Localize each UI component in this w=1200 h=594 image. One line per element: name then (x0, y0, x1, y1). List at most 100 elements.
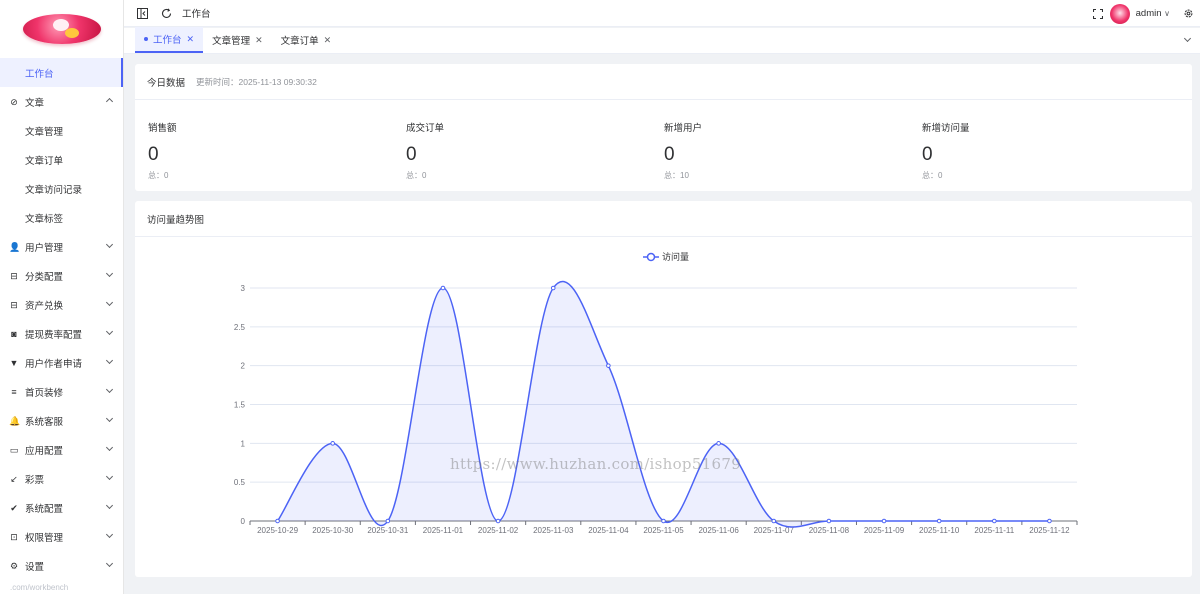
collapse-sidebar-icon[interactable] (136, 7, 148, 19)
stat-value: 0 (406, 144, 417, 165)
close-icon[interactable]: ✕ (187, 34, 195, 45)
tabs-bar: 工作台 ✕ 文章管理 ✕ 文章订单 ✕ (124, 27, 1200, 54)
close-icon[interactable]: ✕ (255, 35, 263, 46)
y-tick-label: 0.5 (234, 478, 246, 487)
card-icon: ▭ (9, 444, 19, 455)
y-tick-label: 1.5 (234, 401, 246, 410)
stat-sales: 销售额 0 总：0 (148, 120, 406, 181)
stat-new-users: 新增用户 0 总：10 (664, 120, 922, 181)
sidebar-menu: 工作台 ⊘ 文章 文章管理 文章订单 文章访问记录 文章标签 👤 用户管理 ⊟ 分类配置 ⊟ 资产兑换 ◙… (0, 58, 123, 580)
data-point (275, 518, 280, 524)
sidebar-item[interactable]: ◙ 提现费率配置 (0, 319, 123, 348)
today-data-card: 今日数据 更新时间：2025-11-13 09:30:32 销售额 0 总：0 … (135, 64, 1192, 191)
stat-value: 0 (148, 144, 159, 165)
sidebar-item-label: 用户作者申请 (25, 358, 83, 370)
breadcrumb: 工作台 (182, 9, 211, 20)
data-point (495, 518, 501, 524)
data-point (606, 363, 611, 368)
legend-label: 访问量 (662, 251, 689, 262)
sidebar-item[interactable]: ▭ 应用配置 (0, 435, 123, 464)
today-card-title: 今日数据 (147, 77, 186, 89)
chevron-down-icon (105, 530, 114, 539)
data-point (771, 518, 777, 524)
data-point (661, 518, 666, 524)
sidebar-item[interactable]: ⊡ 权限管理 (0, 522, 123, 551)
sidebar-item[interactable]: 文章管理 (0, 116, 123, 145)
fullscreen-icon[interactable] (1092, 8, 1104, 20)
camera-icon: ◙ (11, 328, 17, 339)
sidebar-item[interactable]: 文章访问记录 (0, 174, 123, 203)
settings-gear-icon[interactable] (1182, 8, 1194, 20)
x-tick-label: 2025-11-06 (698, 526, 739, 535)
sidebar-item[interactable]: ≡ 首页装修 (0, 377, 123, 406)
x-tick-label: 2025-11-09 (864, 526, 905, 535)
app-logo[interactable] (22, 14, 101, 44)
tab-label: 文章订单 (280, 36, 319, 47)
sidebar-item-label: 彩票 (25, 474, 45, 486)
y-tick-label: 2 (241, 362, 246, 371)
stat-label: 销售额 (148, 123, 177, 134)
avatar[interactable] (1109, 3, 1130, 24)
y-tick-label: 2.5 (234, 323, 246, 332)
sidebar-item-label: 工作台 (25, 68, 54, 80)
x-tick-label: 2025-11-02 (478, 526, 519, 535)
sidebar-item[interactable]: 工作台 (0, 58, 123, 87)
sidebar-item-label: 提现费率配置 (25, 329, 83, 341)
data-point (330, 441, 335, 446)
update-time: 更新时间：2025-11-13 09:30:32 (196, 76, 317, 87)
sidebar-item-label: 系统配置 (25, 503, 64, 515)
x-tick-label: 2025-11-10 (919, 526, 960, 535)
box-icon: ⊟ (10, 299, 18, 310)
trend-card-title: 访问量趋势图 (147, 214, 205, 226)
data-point (992, 518, 997, 524)
close-icon[interactable]: ✕ (324, 35, 332, 46)
sidebar-item-label: 系统客服 (25, 416, 64, 428)
sidebar-item-label: 权限管理 (25, 532, 64, 544)
y-tick-label: 1 (241, 439, 246, 448)
visit-trend-card: 访问量趋势图 访问量 0 0.5 1 1.5 2 2.5 3 2025-10-29 2025-10… (135, 201, 1192, 577)
tabs-more-chevron-icon[interactable] (1183, 34, 1192, 43)
sidebar-item[interactable]: ⊟ 资产兑换 (0, 290, 123, 319)
sidebar-item[interactable]: 🔔 系统客服 (0, 406, 123, 435)
sidebar-item-label: 资产兑换 (25, 300, 64, 312)
chevron-down-icon (105, 298, 114, 307)
tab-workbench[interactable]: 工作台 ✕ (135, 27, 204, 53)
stat-value: 0 (664, 144, 675, 165)
refresh-icon[interactable] (160, 7, 172, 19)
sidebar-item[interactable]: ✔ 系统配置 (0, 493, 123, 522)
compass-icon: ⊘ (10, 96, 18, 107)
data-point (385, 518, 391, 524)
chevron-down-icon (105, 327, 114, 336)
sidebar-item[interactable]: ⊟ 分类配置 (0, 261, 123, 290)
tab-article-orders[interactable]: 文章订单 ✕ (272, 27, 341, 53)
sidebar-item[interactable]: 文章标签 (0, 203, 123, 232)
x-tick-label: 2025-11-04 (588, 526, 629, 535)
data-point (936, 518, 942, 524)
visit-trend-chart: 访问量 0 0.5 1 1.5 2 2.5 3 2025-10-29 2025-10-30 2025… (234, 251, 1078, 535)
stat-label: 新增用户 (664, 123, 703, 134)
sidebar-item[interactable]: 👤 用户管理 (0, 232, 123, 261)
tab-article-management[interactable]: 文章管理 ✕ (203, 27, 272, 53)
today-card-header: 今日数据 更新时间：2025-11-13 09:30:32 (135, 64, 1192, 100)
x-tick-label: 2025-10-29 (257, 526, 298, 535)
sidebar-item-label: 文章订单 (25, 155, 64, 167)
sidebar-item[interactable]: ↙ 彩票 (0, 464, 123, 493)
sidebar-item[interactable]: ⚙ 设置 (0, 551, 123, 580)
stat-total: 总：0 (406, 171, 427, 180)
chevron-down-icon: ∨ (1164, 9, 1170, 18)
chevron-down-icon (105, 472, 114, 481)
menu-icon: ≡ (11, 386, 17, 397)
data-point (826, 518, 832, 524)
stat-total: 总：0 (922, 171, 943, 180)
sidebar-item[interactable]: ⊘ 文章 (0, 87, 123, 116)
stats-row: 销售额 0 总：0 成交订单 0 总：0 新增用户 0 总：10 新增访问量 0… (135, 100, 1192, 181)
sidebar-item-label: 分类配置 (25, 271, 64, 283)
sidebar-item-label: 文章管理 (25, 126, 64, 138)
sidebar-item-label: 文章标签 (25, 213, 64, 225)
username-dropdown[interactable]: admin ∨ (1136, 8, 1170, 19)
chevron-down-icon (105, 414, 114, 423)
username-label: admin (1135, 8, 1162, 19)
header-right: admin ∨ (1080, 0, 1194, 27)
sidebar-item[interactable]: 文章订单 (0, 145, 123, 174)
sidebar-item[interactable]: ▼ 用户作者申请 (0, 348, 123, 377)
